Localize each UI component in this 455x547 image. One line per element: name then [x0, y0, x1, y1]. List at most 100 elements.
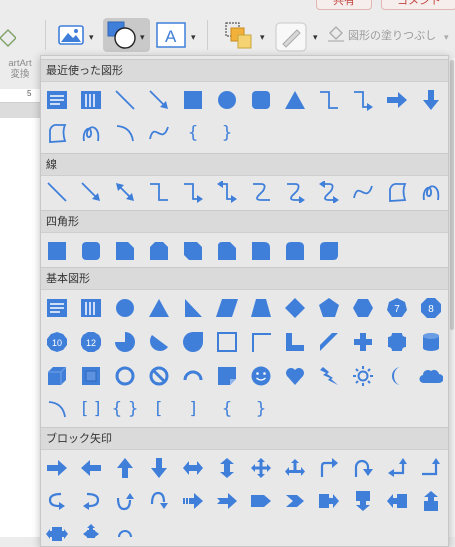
shape-block-pentagon-arrow[interactable]	[247, 487, 275, 515]
shape-block-left-right-arrow-callout[interactable]	[43, 520, 71, 546]
shape-line-curve[interactable]	[349, 178, 377, 206]
smartart-icon[interactable]	[0, 28, 16, 48]
document-page[interactable]	[0, 118, 40, 537]
shape-line-double-arrow[interactable]	[111, 178, 139, 206]
shape-text-box[interactable]	[43, 86, 71, 114]
shape-basic-double-brace[interactable]: { }	[111, 395, 139, 423]
arrange-chevron-icon[interactable]: ▾	[260, 32, 265, 42]
shape-basic-smiley-face[interactable]	[247, 362, 275, 390]
shape-block-notched-right-arrow[interactable]	[213, 487, 241, 515]
shape-rect-round-corner[interactable]	[247, 237, 275, 265]
shape-basic-chord[interactable]	[145, 328, 173, 356]
shape-basic-left-brace[interactable]: {	[213, 395, 241, 423]
shape-right-brace[interactable]: }	[213, 119, 241, 147]
quick-style-chevron-icon[interactable]: ▾	[313, 32, 318, 42]
textbox-icon[interactable]: A	[156, 22, 186, 48]
shape-basic-decagon[interactable]: 10	[43, 328, 71, 356]
shape-rounded-rectangle[interactable]	[247, 86, 275, 114]
shape-basic-plaque[interactable]	[383, 328, 411, 356]
shape-rect-round-diagonal[interactable]	[315, 237, 343, 265]
shape-elbow-arrow-connector[interactable]	[349, 86, 377, 114]
shape-rect-rounded[interactable]	[77, 237, 105, 265]
fill-bucket-icon[interactable]	[327, 24, 345, 42]
shape-basic-parallelogram[interactable]	[213, 294, 241, 322]
picture-chevron-icon[interactable]: ▾	[89, 32, 94, 42]
shape-curved-double-arrow-connector[interactable]	[315, 178, 343, 206]
shape-line-freeform[interactable]	[383, 178, 411, 206]
shape-line-arrow[interactable]	[77, 178, 105, 206]
shape-basic-half-frame[interactable]	[247, 328, 275, 356]
shape-block-down-arrow[interactable]	[145, 454, 173, 482]
shape-block-bent-up-arrow[interactable]	[417, 454, 445, 482]
shape-basic-left-bracket[interactable]: [	[145, 395, 173, 423]
shape-basic-donut[interactable]	[111, 362, 139, 390]
shape-basic-l-shape[interactable]	[281, 328, 309, 356]
shape-block-up-arrow-callout[interactable]	[417, 487, 445, 515]
shape-basic-double-bracket[interactable]: [ ]	[77, 395, 105, 423]
shape-block-curved-right-arrow[interactable]	[43, 487, 71, 515]
shape-elbow-double-arrow[interactable]	[213, 178, 241, 206]
shape-basic-hexagon[interactable]	[349, 294, 377, 322]
shape-block-circular-arrow[interactable]	[111, 520, 139, 546]
shape-down-arrow[interactable]	[417, 86, 445, 114]
shape-elbow-connector[interactable]	[315, 86, 343, 114]
fill-label[interactable]: 図形の塗りつぶし	[348, 27, 436, 43]
shape-block-left-right-up-arrow[interactable]	[281, 454, 309, 482]
shape-rect-snip-diagonal[interactable]	[179, 237, 207, 265]
shape-basic-folded-corner[interactable]	[213, 362, 241, 390]
shape-freeform[interactable]	[43, 119, 71, 147]
shape-basic-cube[interactable]	[43, 362, 71, 390]
shape-block-chevron[interactable]	[281, 487, 309, 515]
shape-basic-block-arc[interactable]	[179, 362, 207, 390]
shape-block-down-arrow-callout[interactable]	[349, 487, 377, 515]
shape-arrow-line[interactable]	[145, 86, 173, 114]
shape-block-left-arrow-callout[interactable]	[383, 487, 411, 515]
shape-block-up-down-arrow[interactable]	[213, 454, 241, 482]
shape-block-bent-arrow[interactable]	[315, 454, 343, 482]
shape-rect-snip-round[interactable]	[213, 237, 241, 265]
fill-chevron-icon[interactable]: ▾	[444, 32, 449, 42]
shape-curved-connector[interactable]	[247, 178, 275, 206]
shape-line[interactable]	[111, 86, 139, 114]
shape-rectangle[interactable]	[179, 86, 207, 114]
shape-block-right-arrow-callout[interactable]	[315, 487, 343, 515]
shape-basic-heart[interactable]	[281, 362, 309, 390]
shape-basic-heptagon[interactable]: 7	[383, 294, 411, 322]
shape-rect-snip-same-side[interactable]	[145, 237, 173, 265]
shape-block-right-arrow[interactable]	[43, 454, 71, 482]
smartart-label[interactable]: artArt 変換	[0, 58, 40, 80]
shape-rect-snip-corner[interactable]	[111, 237, 139, 265]
shape-basic-right-triangle[interactable]	[179, 294, 207, 322]
shape-arc[interactable]	[111, 119, 139, 147]
shape-right-arrow[interactable]	[383, 86, 411, 114]
shape-basic-triangle[interactable]	[145, 294, 173, 322]
comment-button[interactable]: コメント	[381, 0, 455, 10]
shape-basic-vertical-text-box[interactable]	[77, 294, 105, 322]
quick-style-icon[interactable]	[275, 22, 307, 52]
shape-block-left-arrow[interactable]	[77, 454, 105, 482]
shape-block-u-turn-arrow[interactable]	[349, 454, 377, 482]
shape-basic-right-brace[interactable]: }	[247, 395, 275, 423]
share-button[interactable]: 共有	[316, 0, 372, 10]
shape-basic-cloud[interactable]	[417, 362, 445, 390]
scrollbar-thumb[interactable]	[450, 60, 454, 330]
shape-basic-can[interactable]	[417, 328, 445, 356]
shape-basic-right-bracket[interactable]: ]	[179, 395, 207, 423]
shape-basic-bevel[interactable]	[77, 362, 105, 390]
shape-basic-lightning-bolt[interactable]	[315, 362, 343, 390]
shape-block-quad-arrow[interactable]	[247, 454, 275, 482]
shape-scribble[interactable]	[77, 119, 105, 147]
shape-block-curved-left-arrow[interactable]	[77, 487, 105, 515]
shape-elbow-arrow[interactable]	[179, 178, 207, 206]
shape-basic-frame[interactable]	[213, 328, 241, 356]
shape-block-quad-arrow-callout[interactable]	[77, 520, 105, 546]
shape-basic-teardrop[interactable]	[179, 328, 207, 356]
shape-basic-trapezoid[interactable]	[247, 294, 275, 322]
shape-elbow[interactable]	[145, 178, 173, 206]
shape-block-striped-right-arrow[interactable]	[179, 487, 207, 515]
shape-line-scribble[interactable]	[417, 178, 445, 206]
shape-rect-round-same-side[interactable]	[281, 237, 309, 265]
shape-basic-arc[interactable]	[43, 395, 71, 423]
shape-basic-dodecagon[interactable]: 12	[77, 328, 105, 356]
shape-basic-octagon[interactable]: 8	[417, 294, 445, 322]
